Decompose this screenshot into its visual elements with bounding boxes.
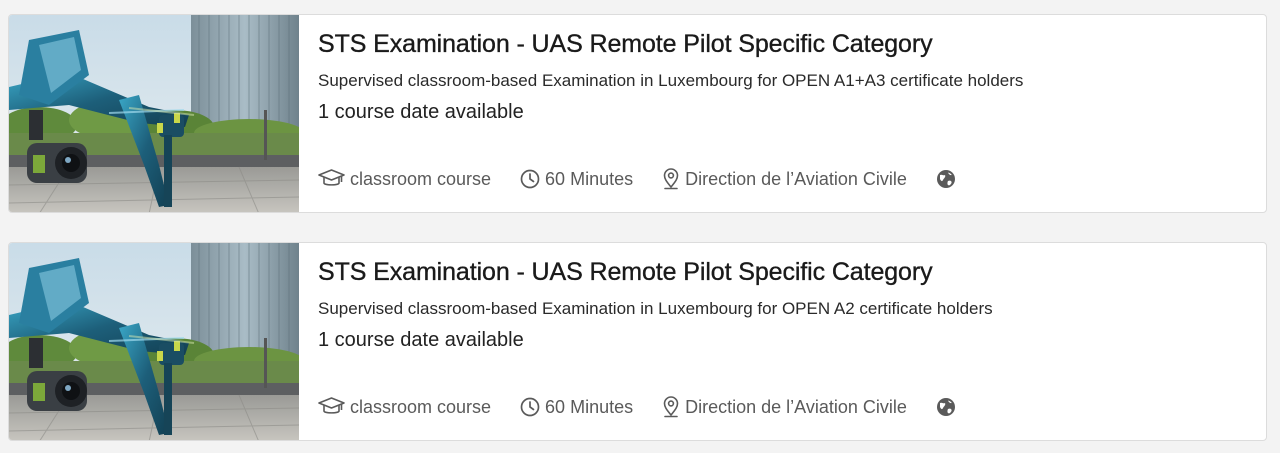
map-pin-icon bbox=[662, 168, 680, 190]
course-title[interactable]: STS Examination - UAS Remote Pilot Speci… bbox=[318, 258, 933, 287]
course-meta: classroom course 60 Minutes Direction de… bbox=[318, 167, 961, 191]
clock-icon bbox=[520, 397, 540, 417]
course-location-label: Direction de l’Aviation Civile bbox=[685, 168, 907, 189]
course-format-label: classroom course bbox=[350, 168, 492, 189]
course-format: classroom course bbox=[318, 397, 491, 418]
globe-icon bbox=[936, 169, 956, 189]
course-dates-available: 1 course date available bbox=[318, 329, 524, 351]
clock-icon bbox=[520, 169, 540, 189]
course-duration: 60 Minutes bbox=[520, 169, 633, 190]
course-info: STS Examination - UAS Remote Pilot Speci… bbox=[318, 243, 1266, 440]
course-subtitle: Supervised classroom-based Examination i… bbox=[318, 299, 993, 318]
course-duration-label: 60 Minutes bbox=[545, 396, 634, 417]
course-location: Direction de l’Aviation Civile bbox=[662, 396, 907, 418]
globe-icon bbox=[936, 397, 956, 417]
course-list: STS Examination - UAS Remote Pilot Speci… bbox=[0, 0, 1280, 453]
course-thumbnail[interactable] bbox=[9, 243, 299, 440]
course-card[interactable]: STS Examination - UAS Remote Pilot Speci… bbox=[8, 242, 1267, 441]
map-pin-icon bbox=[662, 396, 680, 418]
drone-image bbox=[9, 15, 299, 212]
course-format-label: classroom course bbox=[350, 396, 492, 417]
graduation-cap-icon bbox=[318, 169, 345, 189]
course-dates-available: 1 course date available bbox=[318, 101, 524, 123]
course-language[interactable] bbox=[936, 169, 961, 189]
course-format: classroom course bbox=[318, 169, 491, 190]
course-language[interactable] bbox=[936, 397, 961, 417]
course-meta: classroom course 60 Minutes Direction de… bbox=[318, 395, 961, 419]
course-card[interactable]: STS Examination - UAS Remote Pilot Speci… bbox=[8, 14, 1267, 213]
course-subtitle: Supervised classroom-based Examination i… bbox=[318, 71, 1024, 90]
course-duration: 60 Minutes bbox=[520, 397, 633, 418]
course-location: Direction de l’Aviation Civile bbox=[662, 168, 907, 190]
graduation-cap-icon bbox=[318, 397, 345, 417]
course-thumbnail[interactable] bbox=[9, 15, 299, 212]
course-title[interactable]: STS Examination - UAS Remote Pilot Speci… bbox=[318, 30, 933, 59]
course-duration-label: 60 Minutes bbox=[545, 168, 634, 189]
course-location-label: Direction de l’Aviation Civile bbox=[685, 396, 907, 417]
drone-image bbox=[9, 243, 299, 440]
course-info: STS Examination - UAS Remote Pilot Speci… bbox=[318, 15, 1266, 212]
